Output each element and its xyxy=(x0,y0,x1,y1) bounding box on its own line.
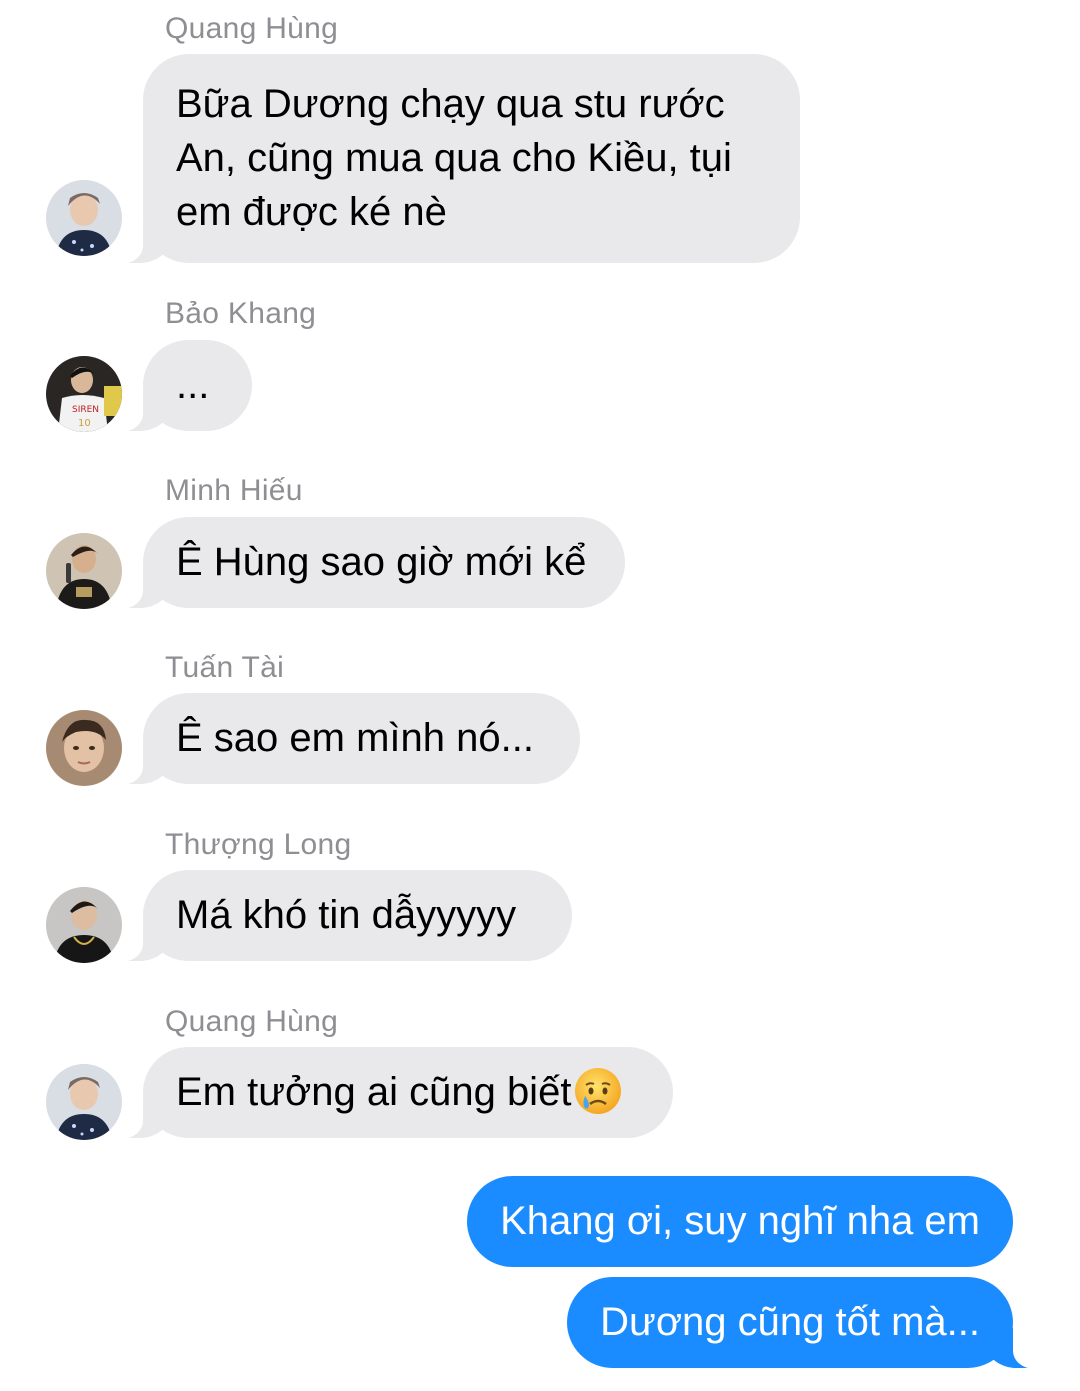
message-text: Ê Hùng sao giờ mới kể xyxy=(176,540,587,584)
message-bubble[interactable]: ... xyxy=(111,340,252,432)
message-bubble[interactable]: Ê Hùng sao giờ mới kể xyxy=(111,517,625,609)
message-text: Khang ơi, suy nghĩ nha em xyxy=(500,1199,980,1243)
message-text: ... xyxy=(176,363,210,407)
sender-name: Quang Hùng xyxy=(165,12,339,45)
message-text: Em tưởng ai cũng biết xyxy=(176,1070,572,1114)
message-bubble[interactable]: Ê sao em mình nó... xyxy=(111,693,580,785)
avatar-tuan-tai[interactable] xyxy=(46,710,122,786)
avatar-bao-khang[interactable]: SIREN 10 xyxy=(46,356,122,432)
message-line: em được ké nè xyxy=(176,190,447,234)
avatar-quang-hung[interactable] xyxy=(46,1064,122,1140)
svg-text:10: 10 xyxy=(78,418,91,429)
message-line: Bữa Dương chạy qua stu rước xyxy=(176,82,725,126)
sender-name: Minh Hiếu xyxy=(165,474,303,507)
message-bubble[interactable]: Má khó tin dẫyyyyy xyxy=(111,870,572,962)
sender-name: Bảo Khang xyxy=(165,297,317,330)
avatar-thuong-long[interactable] xyxy=(46,887,122,963)
outgoing-message-bubble[interactable]: Dương cũng tốt mà... xyxy=(567,1277,1045,1369)
outgoing-message-bubble[interactable]: Khang ơi, suy nghĩ nha em xyxy=(467,1176,1013,1267)
avatar-minh-hieu[interactable] xyxy=(46,533,122,609)
message-bubble[interactable]: Bữa Dương chạy qua stu rước An, cũng mua… xyxy=(111,54,800,264)
message-text: Dương cũng tốt mà... xyxy=(600,1300,980,1344)
svg-text:SIREN: SIREN xyxy=(72,405,99,415)
crying-face-emoji xyxy=(573,1066,623,1116)
sender-name: Quang Hùng xyxy=(165,1005,339,1038)
sender-name: Thượng Long xyxy=(165,828,352,861)
avatar-quang-hung[interactable] xyxy=(46,180,122,256)
message-text: Ê sao em mình nó... xyxy=(176,716,534,760)
message-bubble[interactable]: Em tưởng ai cũng biết xyxy=(111,1047,673,1139)
sender-name: Tuấn Tài xyxy=(165,651,285,684)
message-text: Má khó tin dẫyyyyy xyxy=(176,893,517,937)
message-line: An, cũng mua qua cho Kiều, tụi xyxy=(176,136,732,180)
